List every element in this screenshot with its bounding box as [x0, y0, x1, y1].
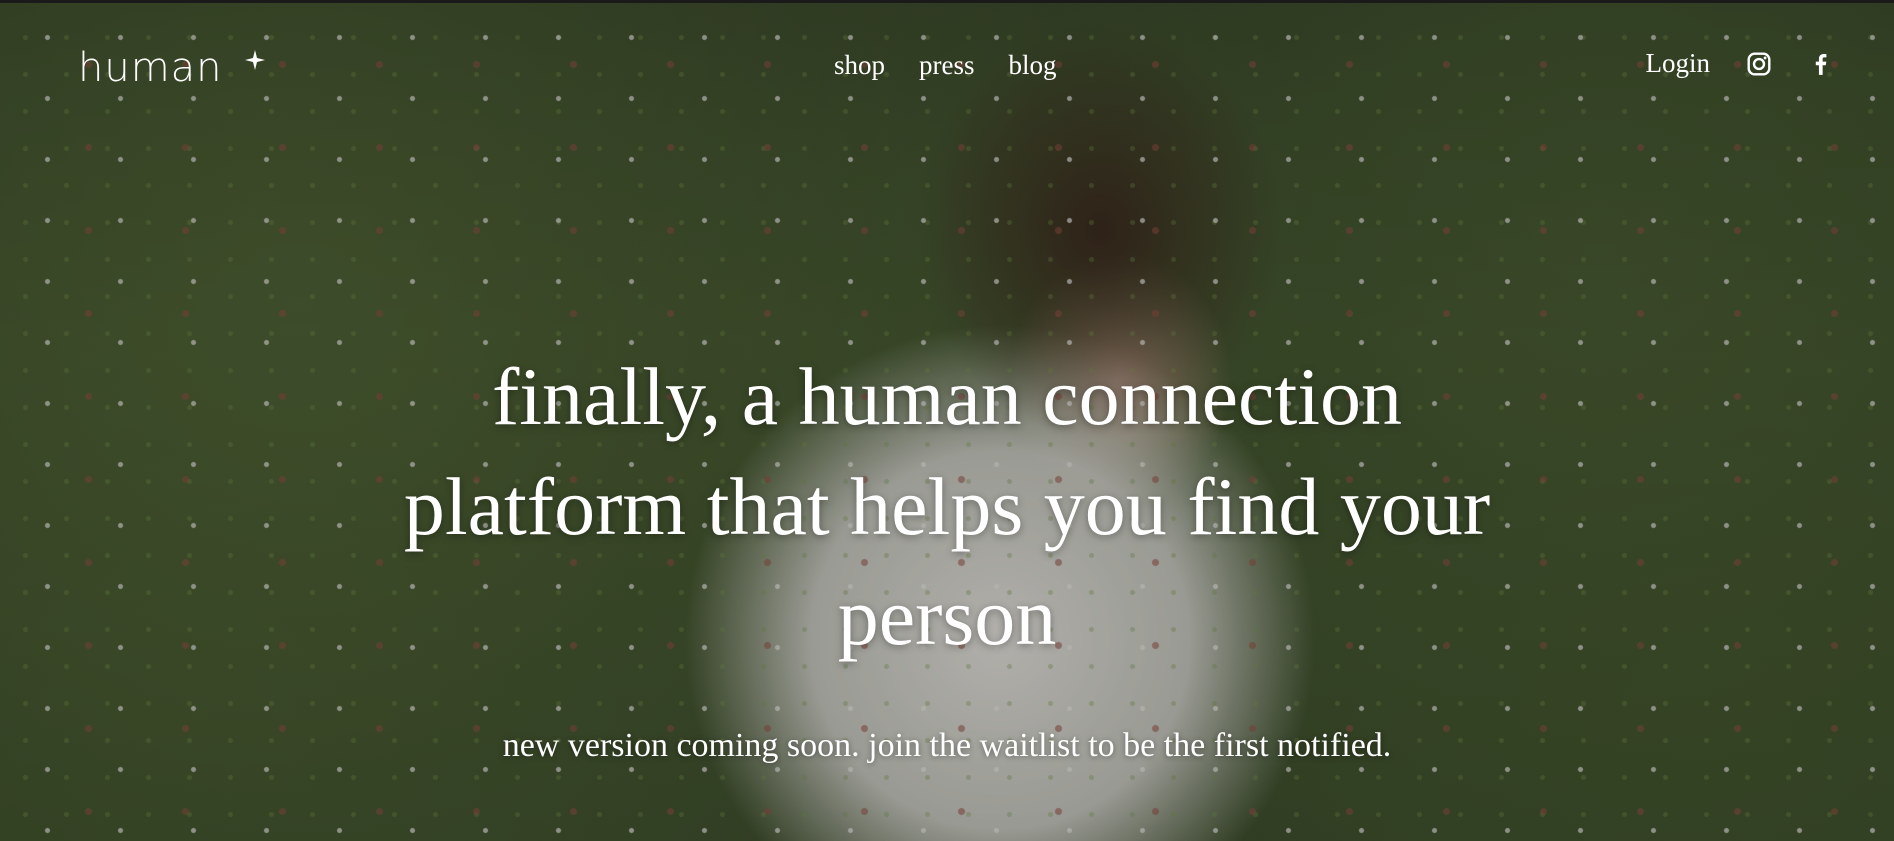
landing-page: human shop press blog Login finally, a h…: [0, 0, 1894, 841]
headline-line-3: person: [837, 571, 1057, 662]
instagram-link[interactable]: [1746, 51, 1772, 77]
header-actions: Login: [1646, 48, 1835, 79]
top-border: [0, 0, 1894, 3]
nav-shop-link[interactable]: shop: [834, 50, 885, 81]
hero-headline: finally, a human connection platform tha…: [247, 342, 1647, 672]
login-link[interactable]: Login: [1646, 48, 1711, 79]
logo-sparkle-icon: [245, 50, 265, 70]
facebook-icon: [1815, 53, 1827, 75]
hero-subline: new version coming soon. join the waitli…: [502, 727, 1392, 764]
headline-line-2: platform that helps you find your: [403, 461, 1491, 552]
instagram-icon: [1747, 52, 1771, 75]
headline-line-1: finally, a human connection: [491, 351, 1403, 442]
main-nav: shop press blog: [834, 50, 1057, 81]
nav-press-link[interactable]: press: [919, 50, 975, 81]
facebook-link[interactable]: [1808, 51, 1834, 77]
nav-blog-link[interactable]: blog: [1009, 50, 1057, 81]
logo[interactable]: human: [78, 48, 223, 88]
